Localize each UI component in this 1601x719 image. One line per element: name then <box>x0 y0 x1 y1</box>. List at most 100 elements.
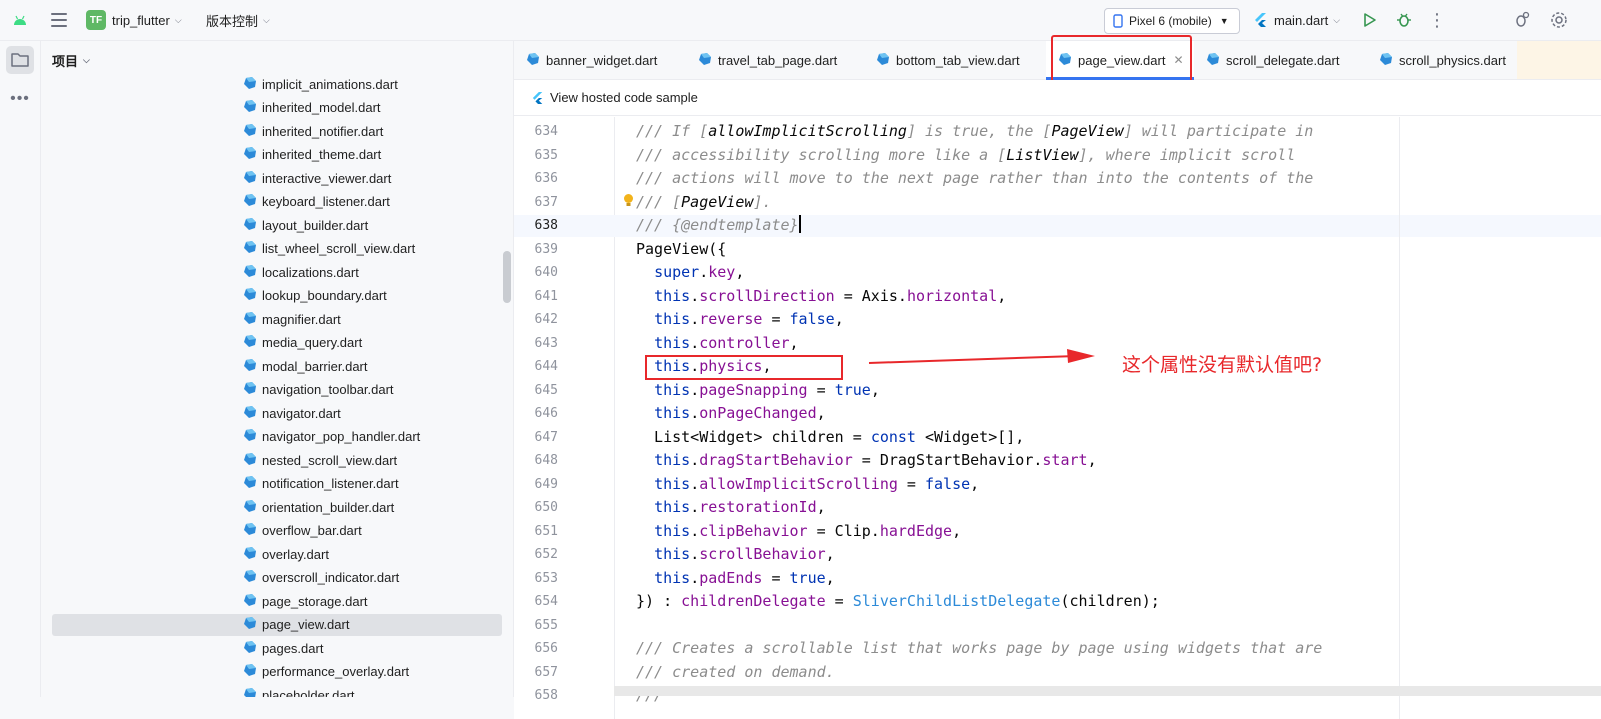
tree-item[interactable]: navigator.dart <box>52 402 502 424</box>
tree-item[interactable]: navigation_toolbar.dart <box>52 379 502 401</box>
tree-item[interactable]: orientation_builder.dart <box>52 496 502 518</box>
code-text: this.reverse = false, <box>654 310 844 328</box>
tree-item-label: performance_overlay.dart <box>262 664 410 679</box>
tree-item[interactable]: modal_barrier.dart <box>52 355 502 377</box>
line-number: 650 <box>534 500 558 515</box>
editor-tab[interactable]: banner_widget.dart <box>526 41 657 79</box>
editor-tab[interactable]: travel_tab_page.dart <box>698 41 837 79</box>
line-number: 635 <box>534 147 558 163</box>
profiler-icon[interactable] <box>1512 0 1530 40</box>
line-number: 639 <box>534 241 558 257</box>
code-text: List<Widget> children = const <Widget>[]… <box>636 427 1025 446</box>
code-text: /// Creates a scrollable list that works… <box>636 639 1323 657</box>
code-line: 652 this.scrollBehavior, <box>514 543 1601 567</box>
android-icon[interactable] <box>13 0 27 40</box>
tree-item[interactable]: implicit_animations.dart <box>52 75 502 95</box>
run-button[interactable] <box>1363 0 1377 40</box>
tree-item[interactable]: nested_scroll_view.dart <box>52 449 502 471</box>
line-number: 653 <box>534 570 558 586</box>
main-toolbar: TF trip_flutter ⌵ 版本控制 ⌵ Pixel 6 (mobile… <box>0 0 1601 41</box>
play-icon <box>1364 13 1376 27</box>
run-config-selector[interactable]: main.dart ⌵ <box>1254 0 1340 40</box>
tree-item[interactable]: inherited_notifier.dart <box>52 120 502 142</box>
hosted-sample-link[interactable]: View hosted code sample <box>550 90 698 105</box>
tree-item[interactable]: pages.dart <box>52 637 502 659</box>
project-tool-button[interactable] <box>6 46 34 74</box>
editor-tab[interactable]: bottom_tab_view.dart <box>876 41 1020 79</box>
tree-item[interactable]: list_wheel_scroll_view.dart <box>52 238 502 260</box>
main-menu-icon[interactable] <box>48 0 70 40</box>
tree-item-label: navigation_toolbar.dart <box>262 382 394 397</box>
tree-item[interactable]: interactive_viewer.dart <box>52 167 502 189</box>
dart-file-icon <box>243 381 257 398</box>
chevron-down-icon: ⌵ <box>83 54 90 65</box>
tree-scrollbar[interactable] <box>503 251 511 303</box>
tree-item[interactable]: layout_builder.dart <box>52 214 502 236</box>
code-text: this.dragStartBehavior = DragStartBehavi… <box>654 451 1097 469</box>
editor-tab[interactable]: scroll_delegate.dart <box>1206 41 1339 79</box>
dart-file-icon <box>243 405 257 422</box>
tree-item[interactable]: keyboard_listener.dart <box>52 191 502 213</box>
dart-file-icon <box>876 52 890 69</box>
tree-item[interactable]: page_storage.dart <box>52 590 502 612</box>
code-text: this.padEnds = true, <box>654 568 835 587</box>
tree-item-label: implicit_animations.dart <box>262 76 398 92</box>
code-text: PageView({ <box>636 239 727 258</box>
line-number: 646 <box>534 406 558 421</box>
code-text: this.scrollDirection = Axis.horizontal, <box>654 286 1007 305</box>
tree-item[interactable]: overlay.dart <box>52 543 502 565</box>
code-line: 656 /// Creates a scrollable list that wo… <box>514 637 1601 661</box>
debug-button[interactable] <box>1396 0 1412 40</box>
annotation-arrow-icon <box>867 346 1099 369</box>
tree-item[interactable]: magnifier.dart <box>52 308 502 330</box>
line-number: 656 <box>534 641 558 656</box>
settings-icon[interactable] <box>1550 0 1568 40</box>
tree-item[interactable]: inherited_theme.dart <box>52 144 502 166</box>
tree-item[interactable]: notification_listener.dart <box>52 473 502 495</box>
tree-item[interactable]: performance_overlay.dart <box>52 661 502 683</box>
code-line: 635 /// accessibility scrolling more like… <box>514 144 1601 168</box>
code-line: 650 this.restorationId, <box>514 496 1601 520</box>
dart-file-icon <box>1206 52 1220 69</box>
tree-item[interactable]: overscroll_indicator.dart <box>52 567 502 589</box>
intention-bulb-icon[interactable] <box>623 193 634 211</box>
tree-item-label: modal_barrier.dart <box>262 358 368 374</box>
tab-overflow-area <box>1517 41 1601 79</box>
dart-file-icon <box>243 452 257 469</box>
tree-item-label: overlay.dart <box>262 546 329 562</box>
project-selector[interactable]: trip_flutter ⌵ <box>112 0 182 40</box>
project-panel-header[interactable]: 项目 ⌵ <box>41 41 513 79</box>
tree-item-label: inherited_model.dart <box>262 100 381 115</box>
tree-item[interactable]: page_view.dart <box>52 613 502 636</box>
code-line: 639 PageView({ <box>514 238 1601 262</box>
more-actions-icon[interactable]: ⋮ <box>1428 0 1446 40</box>
tree-item[interactable]: overflow_bar.dart <box>52 520 502 542</box>
vcs-menu[interactable]: 版本控制 ⌵ <box>206 0 270 40</box>
project-badge[interactable]: TF <box>86 10 106 30</box>
tree-item[interactable]: lookup_boundary.dart <box>52 285 502 307</box>
dart-file-icon <box>243 146 257 163</box>
line-number: 658 <box>534 688 558 703</box>
line-number: 655 <box>534 617 558 633</box>
code-editor[interactable]: 634 /// If [allowImplicitScrolling] is tr… <box>514 117 1601 719</box>
tab-label: travel_tab_page.dart <box>718 52 838 68</box>
dart-file-icon <box>526 52 540 69</box>
more-tools-icon[interactable]: ••• <box>6 85 34 113</box>
tree-item[interactable]: navigator_pop_handler.dart <box>52 426 502 448</box>
hosted-sample-banner[interactable]: View hosted code sample <box>514 80 1601 116</box>
tree-item-label: navigator_pop_handler.dart <box>262 429 421 444</box>
code-text: /// If [allowImplicitScrolling] is true,… <box>636 122 1314 140</box>
editor-horizontal-scrollbar[interactable] <box>614 686 1601 696</box>
device-selector[interactable]: Pixel 6 (mobile) ▼ <box>1104 8 1240 34</box>
dart-file-icon <box>243 264 257 281</box>
editor-tab[interactable]: scroll_physics.dart <box>1379 41 1506 79</box>
code-line: 638 /// {@endtemplate} <box>514 214 1601 238</box>
tree-item[interactable]: inherited_model.dart <box>52 97 502 119</box>
code-text: this.controller, <box>654 333 799 352</box>
tree-item[interactable]: localizations.dart <box>52 261 502 283</box>
line-number: 648 <box>534 453 558 468</box>
line-number: 651 <box>534 523 558 539</box>
code-line: 645 this.pageSnapping = true, <box>514 379 1601 403</box>
tree-item-label: list_wheel_scroll_view.dart <box>262 241 416 256</box>
tree-item[interactable]: media_query.dart <box>52 332 502 354</box>
